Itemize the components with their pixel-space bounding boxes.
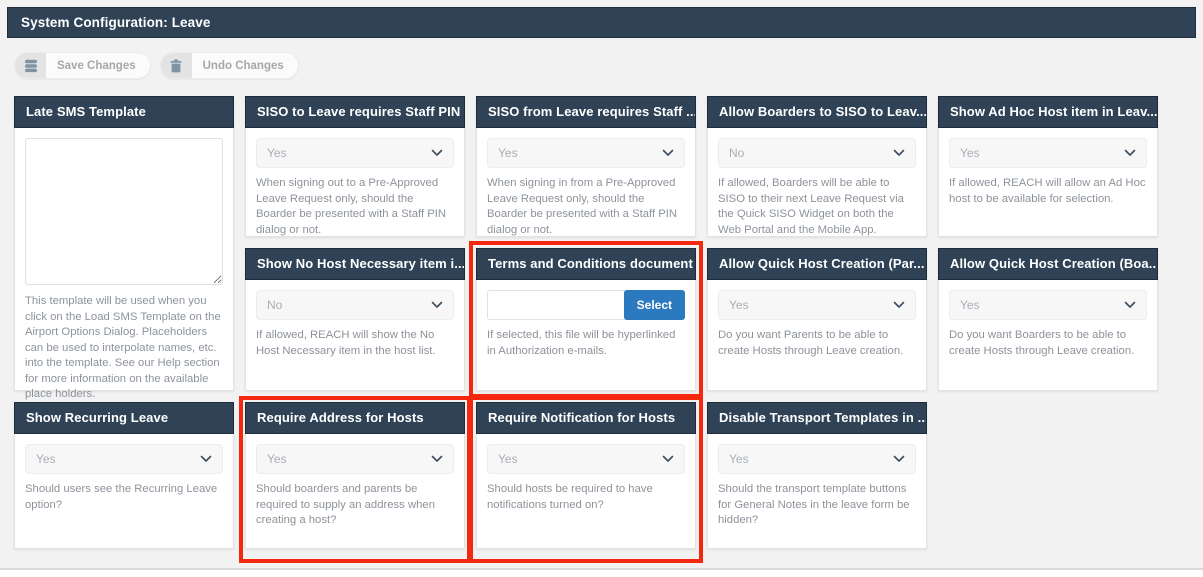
show-recurring-leave-select[interactable]: Yes [25, 444, 223, 474]
card-show-recurring-leave: Show Recurring Leave Yes Should users se… [14, 402, 234, 549]
show-no-host-necessary-select[interactable]: No [256, 290, 454, 320]
system-configuration-page: System Configuration: Leave Save Changes [0, 0, 1203, 570]
card-title: Show Ad Hoc Host item in Leav... [938, 96, 1158, 128]
card-description: If allowed, Boarders will be able to SIS… [718, 177, 904, 236]
save-changes-button[interactable]: Save Changes [14, 52, 151, 79]
card-description: Do you want Boarders to be able to creat… [949, 329, 1135, 357]
save-changes-label: Save Changes [57, 59, 136, 72]
card-title: SISO from Leave requires Staff ... [476, 96, 696, 128]
card-description: When signing in from a Pre-Approved Leav… [487, 177, 678, 236]
card-title: Require Notification for Hosts [476, 402, 696, 434]
require-address-select[interactable]: Yes [256, 444, 454, 474]
card-siso-from-leave-requires-staff-pin: SISO from Leave requires Staff ... Yes W… [476, 96, 696, 237]
card-require-address-for-hosts: Require Address for Hosts Yes Should boa… [245, 402, 465, 549]
settings-card-grid: Late SMS Template This template will be … [14, 96, 1158, 549]
database-stack-icon [15, 53, 46, 78]
quick-host-parents-select[interactable]: Yes [718, 290, 916, 320]
undo-changes-label: Undo Changes [202, 59, 284, 72]
card-title: Require Address for Hosts [245, 402, 465, 434]
card-title: Show No Host Necessary item i... [245, 248, 465, 280]
card-require-notification-for-hosts: Require Notification for Hosts Yes Shoul… [476, 402, 696, 549]
chevron-down-icon [431, 455, 443, 463]
card-description: Do you want Parents to be able to create… [718, 329, 904, 357]
allow-boarders-siso-select[interactable]: No [718, 138, 916, 168]
card-allow-quick-host-creation-parents: Allow Quick Host Creation (Par... Yes Do… [707, 248, 927, 391]
card-description: Should boarders and parents be required … [256, 483, 435, 527]
card-siso-to-leave-requires-staff-pin: SISO to Leave requires Staff PIN Yes Whe… [245, 96, 465, 237]
late-sms-template-textarea[interactable] [25, 138, 223, 285]
toolbar: Save Changes Undo Changes [14, 52, 299, 79]
card-late-sms-template: Late SMS Template This template will be … [14, 96, 234, 400]
page-title: System Configuration: Leave [7, 7, 1196, 38]
chevron-down-icon [200, 455, 212, 463]
card-title: Allow Boarders to SISO to Leav... [707, 96, 927, 128]
card-description: If allowed, REACH will show the No Host … [256, 329, 436, 357]
terms-document-select-button[interactable]: Select [623, 290, 685, 320]
card-description: If selected, this file will be hyperlink… [487, 329, 676, 357]
card-title: Show Recurring Leave [14, 402, 234, 434]
chevron-down-icon [893, 455, 905, 463]
card-title: Terms and Conditions document [476, 248, 696, 280]
card-terms-and-conditions-document: Terms and Conditions document Select If … [476, 248, 696, 391]
chevron-down-icon [662, 455, 674, 463]
disable-transport-templates-select[interactable]: Yes [718, 444, 916, 474]
chevron-down-icon [1124, 301, 1136, 309]
require-notification-select[interactable]: Yes [487, 444, 685, 474]
card-title: Disable Transport Templates in ... [707, 402, 927, 434]
card-disable-transport-templates: Disable Transport Templates in ... Yes S… [707, 402, 927, 549]
quick-host-boarders-select[interactable]: Yes [949, 290, 1147, 320]
card-description: This template will be used when you clic… [25, 295, 221, 401]
card-description: Should hosts be required to have notific… [487, 483, 653, 511]
card-show-ad-hoc-host-item: Show Ad Hoc Host item in Leav... Yes If … [938, 96, 1158, 237]
card-title: Allow Quick Host Creation (Par... [707, 248, 927, 280]
card-allow-boarders-siso-to-leave: Allow Boarders to SISO to Leav... No If … [707, 96, 927, 237]
undo-changes-button[interactable]: Undo Changes [159, 52, 299, 79]
chevron-down-icon [431, 149, 443, 157]
card-description: Should users see the Recurring Leave opt… [25, 483, 218, 511]
card-allow-quick-host-creation-boarders: Allow Quick Host Creation (Boa... Yes Do… [938, 248, 1158, 391]
siso-to-leave-pin-select[interactable]: Yes [256, 138, 454, 168]
card-title: Late SMS Template [14, 96, 234, 128]
card-description: Should the transport template buttons fo… [718, 483, 910, 527]
card-description: When signing out to a Pre-Approved Leave… [256, 177, 447, 236]
chevron-down-icon [893, 301, 905, 309]
card-title: SISO to Leave requires Staff PIN [245, 96, 465, 128]
siso-from-leave-pin-select[interactable]: Yes [487, 138, 685, 168]
card-show-no-host-necessary-item: Show No Host Necessary item i... No If a… [245, 248, 465, 391]
trash-icon [160, 53, 192, 78]
chevron-down-icon [431, 301, 443, 309]
terms-document-input[interactable] [487, 290, 625, 320]
chevron-down-icon [662, 149, 674, 157]
card-title: Allow Quick Host Creation (Boa... [938, 248, 1158, 280]
chevron-down-icon [1124, 149, 1136, 157]
card-description: If allowed, REACH will allow an Ad Hoc h… [949, 177, 1146, 205]
chevron-down-icon [893, 149, 905, 157]
show-adhoc-host-select[interactable]: Yes [949, 138, 1147, 168]
